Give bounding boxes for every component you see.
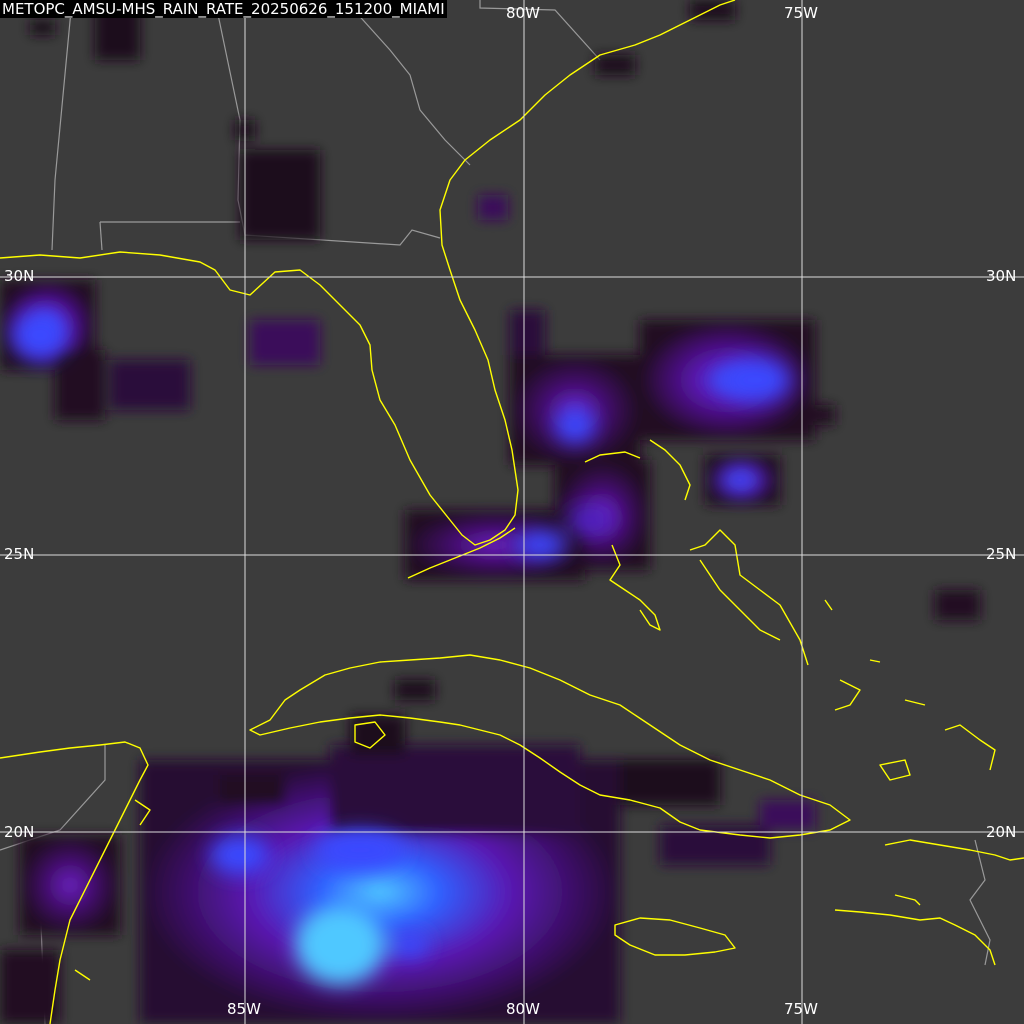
rain-cells bbox=[0, 0, 980, 1024]
right-lat-label-30n: 30N bbox=[986, 267, 1017, 285]
top-lon-label-75w: 75W bbox=[784, 4, 818, 22]
left-lat-label-30n: 30N bbox=[4, 267, 35, 285]
right-lat-label-25n: 25N bbox=[986, 545, 1017, 563]
map-canvas bbox=[0, 0, 1024, 1024]
bottom-lon-label-85w: 85W bbox=[227, 1000, 261, 1018]
top-lon-label-80w: 80W bbox=[506, 4, 540, 22]
product-title: METOPC_AMSU-MHS_RAIN_RATE_20250626_15120… bbox=[0, 0, 447, 18]
rain-rate-map: METOPC_AMSU-MHS_RAIN_RATE_20250626_15120… bbox=[0, 0, 1024, 1024]
bottom-lon-label-75w: 75W bbox=[784, 1000, 818, 1018]
left-lat-label-20n: 20N bbox=[4, 823, 35, 841]
left-lat-label-25n: 25N bbox=[4, 545, 35, 563]
right-lat-label-20n: 20N bbox=[986, 823, 1017, 841]
bottom-lon-label-80w: 80W bbox=[506, 1000, 540, 1018]
